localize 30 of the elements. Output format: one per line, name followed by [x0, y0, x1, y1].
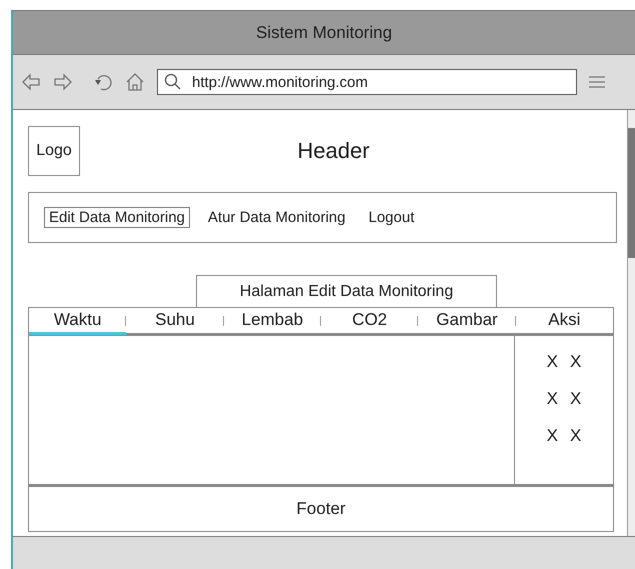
- nav-link[interactable]: Logout: [363, 207, 420, 228]
- delete-button[interactable]: X: [546, 352, 558, 372]
- reload-icon[interactable]: [93, 72, 113, 92]
- delete-button[interactable]: X: [546, 389, 558, 409]
- nav-link[interactable]: Edit Data Monitoring: [44, 207, 190, 228]
- scroll-thumb[interactable]: [628, 128, 635, 258]
- tab[interactable]: Gambar: [418, 308, 516, 335]
- back-icon[interactable]: [21, 72, 41, 92]
- header-text: Header: [296, 138, 371, 164]
- delete-button[interactable]: X: [570, 389, 582, 409]
- menu-icon[interactable]: [589, 74, 605, 90]
- tab[interactable]: Lembab: [224, 308, 321, 335]
- delete-button[interactable]: X: [546, 426, 558, 446]
- logo-text: Logo: [36, 142, 72, 160]
- tab[interactable]: Aksi: [516, 308, 613, 335]
- delete-button[interactable]: X: [570, 352, 582, 372]
- address-bar[interactable]: http://www.monitoring.com: [157, 69, 577, 95]
- nav-link[interactable]: Atur Data Monitoring: [202, 207, 350, 228]
- forward-icon[interactable]: [53, 72, 73, 92]
- page-title: Halaman Edit Data Monitoring: [196, 275, 497, 307]
- delete-button[interactable]: X: [570, 426, 582, 446]
- tab[interactable]: CO2: [321, 308, 418, 335]
- footer: Footer: [28, 485, 614, 532]
- scrollbar[interactable]: [627, 110, 635, 536]
- tab[interactable]: Waktu: [29, 308, 126, 335]
- url-text: http://www.monitoring.com: [192, 74, 368, 90]
- tab[interactable]: Suhu: [126, 308, 224, 335]
- window-title: Sistem Monitoring: [256, 22, 392, 42]
- home-icon[interactable]: [125, 72, 145, 92]
- search-icon: [164, 73, 182, 91]
